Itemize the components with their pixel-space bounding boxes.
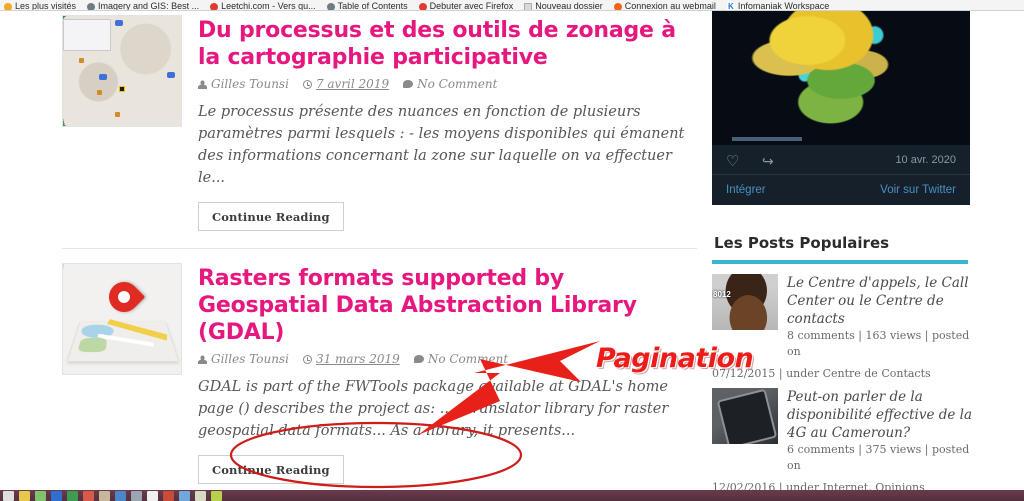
popular-posts-title: Les Posts Populaires [714,234,890,252]
twitter-footer-row: Intégrer Voir sur Twitter [712,175,970,205]
popular-post-meta: 8 comments | 163 views | posted on [787,329,970,358]
taskbar-icon[interactable] [99,490,110,501]
taskbar-icon[interactable] [163,490,174,501]
web-page-viewport[interactable]: Du processus et des outils de zonage à l… [0,11,1024,490]
twitter-embed-link[interactable]: Intégrer [726,184,766,196]
taskbar-icon[interactable] [51,490,62,501]
post-comments[interactable]: No Comment [403,77,497,91]
post-author: Gilles Tounsi [198,352,289,366]
twitter-view-link[interactable]: Voir sur Twitter [880,184,956,196]
popular-post-item[interactable]: Peut-on parler de la disponibilité effec… [712,388,982,474]
letter-k-icon: K [726,1,735,11]
share-icon[interactable] [762,153,776,167]
orange-circle-icon [613,2,622,10]
continue-reading-button[interactable]: Continue Reading [198,455,344,484]
taskbar-icon[interactable] [131,490,142,501]
post-excerpt: GDAL is part of the FWTools package avai… [198,379,669,439]
post-article[interactable]: Rasters formats supported by Geospatial … [62,249,697,484]
taskbar-icon[interactable] [19,490,30,501]
folder-icon [524,2,533,10]
post-meta: Gilles Tounsi 31 mars 2019 No Comment [198,352,697,366]
thumbnail-badge: 8012 [713,290,731,299]
bookmark-label: Debuter avec Firefox [429,1,514,11]
post-title[interactable]: Du processus et des outils de zonage à l… [198,17,697,71]
continue-reading-button[interactable]: Continue Reading [198,202,344,231]
sidebar: 10 avr. 2020 Intégrer Voir sur Twitter L… [712,11,982,490]
bookmark-item[interactable]: Debuter avec Firefox [418,1,514,11]
post-date[interactable]: 31 mars 2019 [302,352,400,366]
comment-bubble-icon [403,80,414,88]
post-meta: Gilles Tounsi 7 avril 2019 No Comment [198,77,697,91]
post-comments-label: No Comment [417,77,498,91]
post-thumbnail-map[interactable] [62,15,182,127]
globe-icon [87,2,96,10]
clock-icon [302,354,312,364]
post-date-label[interactable]: 7 avril 2019 [316,77,389,91]
popular-post-thumbnail[interactable]: 8012 [712,274,778,330]
twitter-actions-row: 10 avr. 2020 [712,145,970,175]
taskbar-icon[interactable] [211,490,222,501]
twitter-photo-africa-satellite[interactable] [712,11,970,145]
popular-post-title[interactable]: Peut-on parler de la disponibilité effec… [787,388,982,442]
bookmark-item[interactable]: Connexion au webmail [613,1,716,11]
popular-post-thumbnail[interactable] [712,388,778,444]
bookmark-item[interactable]: Leetchi.com - Vers qu... [210,1,316,11]
user-icon [198,354,207,364]
post-author: Gilles Tounsi [198,77,289,91]
taskbar-icon[interactable] [3,490,14,501]
main-content-column: Du processus et des outils de zonage à l… [62,11,697,490]
bookmark-label: Table of Contents [337,1,408,11]
heart-icon[interactable] [726,153,740,167]
fire-icon [418,2,427,10]
popular-post-meta: 6 comments | 375 views | posted on [787,443,970,472]
post-date-label[interactable]: 31 mars 2019 [316,352,400,366]
popular-post-title[interactable]: Le Centre d'appels, le Call Center ou le… [787,274,982,328]
taskbar-icon[interactable] [67,490,78,501]
star-icon [4,2,12,10]
widget-accent-rule [712,260,968,264]
post-comments[interactable]: No Comment [413,352,509,366]
taskbar-icon[interactable] [147,490,158,501]
bookmark-label: Nouveau dossier [535,1,603,11]
bookmark-label: Leetchi.com - Vers qu... [221,1,316,11]
taskbar-icon[interactable] [115,490,126,501]
os-taskbar[interactable] [0,490,1024,501]
taskbar-icon[interactable] [35,490,46,501]
popular-post-item[interactable]: 8012 Le Centre d'appels, le Call Center … [712,274,982,360]
post-excerpt: Le processus présente des nuances en fon… [198,104,685,186]
bookmark-item[interactable]: Nouveau dossier [524,1,603,11]
comment-bubble-icon [413,355,424,363]
post-date[interactable]: 7 avril 2019 [302,77,389,91]
bookmark-label: Les plus visités [15,1,77,11]
taskbar-icon[interactable] [83,490,94,501]
bookmark-item[interactable]: Les plus visités [4,1,77,11]
twitter-embed-card[interactable]: 10 avr. 2020 Intégrer Voir sur Twitter [712,11,970,205]
globe-icon [326,2,335,10]
taskbar-icon[interactable] [179,490,190,501]
popular-post-meta-secondary: 12/02/2016 | under Internet, Opinions [712,481,925,490]
fire-icon [210,2,219,10]
page-left-gutter [0,22,62,490]
twitter-date: 10 avr. 2020 [895,153,956,166]
bookmark-label: Infomaniak Workspace [737,1,830,11]
bookmark-item[interactable]: Table of Contents [326,1,408,11]
clock-icon [302,79,312,89]
post-thumbnail-map-pin[interactable] [62,263,182,375]
post-author-label: Gilles Tounsi [211,352,289,366]
browser-bookmarks-bar[interactable]: Les plus visités Imagery and GIS: Best .… [0,0,1024,11]
bookmark-item[interactable]: K Infomaniak Workspace [726,1,830,11]
bookmark-item[interactable]: Imagery and GIS: Best ... [87,1,200,11]
post-article[interactable]: Du processus et des outils de zonage à l… [62,11,697,249]
post-author-label: Gilles Tounsi [211,77,289,91]
folded-map-shape [67,319,179,362]
taskbar-icon[interactable] [195,490,206,501]
post-comments-label: No Comment [427,352,509,366]
map-pin-icon [102,275,146,319]
bookmark-label: Imagery and GIS: Best ... [98,1,200,11]
bookmark-label: Connexion au webmail [624,1,716,11]
popular-post-meta-secondary: 07/12/2015 | under Centre de Contacts [712,367,931,380]
post-title[interactable]: Rasters formats supported by Geospatial … [198,265,697,346]
user-icon [198,79,207,89]
